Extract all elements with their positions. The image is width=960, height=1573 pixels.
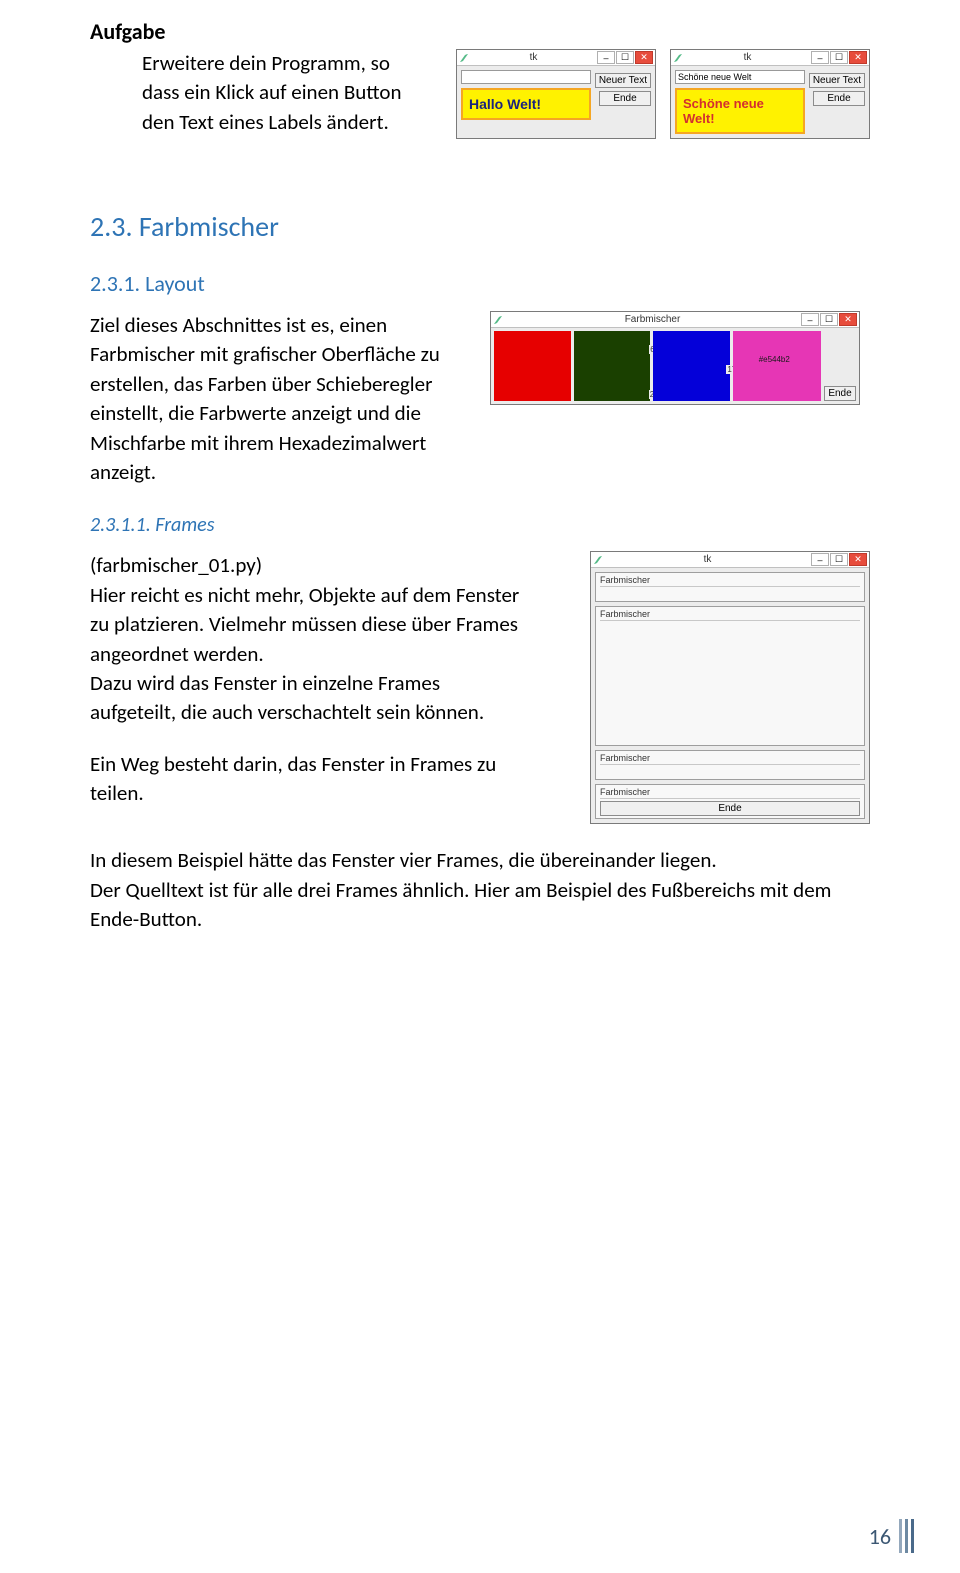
feather-icon [459,53,469,63]
page-decor-bars [899,1519,914,1553]
frames-paragraph-5: Der Quelltext ist für alle drei Frames ä… [90,876,870,935]
feather-icon [673,53,683,63]
tk-window-after: tk – ☐ ✕ Schöne neue Welt Schöne neue We… [670,49,870,139]
heading-layout: 2.3.1. Layout [90,270,870,297]
window-title: tk [685,52,810,63]
page-number-value: 16 [869,1523,891,1550]
label-output: Schöne neue Welt! [675,88,805,134]
text-input[interactable]: Schöne neue Welt [675,70,805,84]
minimize-button[interactable]: – [811,51,829,64]
swatch-blue[interactable]: 178 [653,331,730,401]
frame-label: Farbmischer [600,609,860,621]
heading-farbmischer: 2.3. Farbmischer [90,209,870,244]
new-text-button[interactable]: Neuer Text [809,73,865,88]
end-button[interactable]: Ende [600,801,860,816]
frames-paragraph-1: Hier reicht es nicht mehr, Objekte auf d… [90,581,520,669]
frame-slot-4: Farbmischer Ende [595,784,865,819]
maximize-button[interactable]: ☐ [616,51,634,64]
minimize-button[interactable]: – [597,51,615,64]
maximize-button[interactable]: ☐ [830,553,848,566]
swatch-green[interactable]: 68 229 [574,331,651,401]
close-button[interactable]: ✕ [849,51,867,64]
close-button[interactable]: ✕ [839,313,857,326]
frame-slot-1: Farbmischer [595,572,865,602]
label-output: Hallo Welt! [461,88,591,120]
feather-icon [593,555,603,565]
frames-paragraph-4: In diesem Beispiel hätte das Fenster vie… [90,846,870,875]
maximize-button[interactable]: ☐ [830,51,848,64]
close-button[interactable]: ✕ [635,51,653,64]
frame-label: Farbmischer [600,753,860,765]
end-button[interactable]: Ende [824,386,856,401]
page-number: 16 [869,1519,914,1553]
frames-layout-window: tk – ☐ ✕ Farbmischer Farbmischer Fa [590,551,870,824]
swatch-red[interactable] [494,331,571,401]
feather-icon [493,315,503,325]
frames-paragraph-3: Ein Weg besteht darin, das Fenster in Fr… [90,750,520,809]
new-text-button[interactable]: Neuer Text [595,73,651,88]
window-title: tk [605,554,810,565]
tk-window-before: tk – ☐ ✕ Hallo Welt! Neuer Text Ende [456,49,656,139]
close-button[interactable]: ✕ [849,553,867,566]
end-button[interactable]: Ende [813,91,865,106]
window-title: Farbmischer [505,314,800,325]
maximize-button[interactable]: ☐ [820,313,838,326]
frame-label: Farbmischer [600,787,860,799]
hex-value: #e544b2 [759,355,790,364]
text-input[interactable] [461,70,591,84]
frame-slot-2: Farbmischer [595,606,865,746]
minimize-button[interactable]: – [811,553,829,566]
minimize-button[interactable]: – [801,313,819,326]
heading-frames: 2.3.1.1. Frames [90,513,870,537]
window-title: tk [471,52,596,63]
task-paragraph: Erweitere dein Programm, so dass ein Kli… [142,49,402,137]
farbmischer-window: Farbmischer – ☐ ✕ 68 229 178 #e544b2 End [490,311,860,405]
frame-slot-3: Farbmischer [595,750,865,780]
frame-label: Farbmischer [600,575,860,587]
layout-paragraph: Ziel dieses Abschnittes ist es, einen Fa… [90,311,470,487]
filename-label: (farbmischer_01.py) [90,551,520,580]
swatch-mix: #e544b2 [733,331,821,401]
frames-paragraph-2: Dazu wird das Fenster in einzelne Frames… [90,669,520,728]
end-button[interactable]: Ende [599,91,651,106]
heading-aufgabe: Aufgabe [90,18,870,45]
